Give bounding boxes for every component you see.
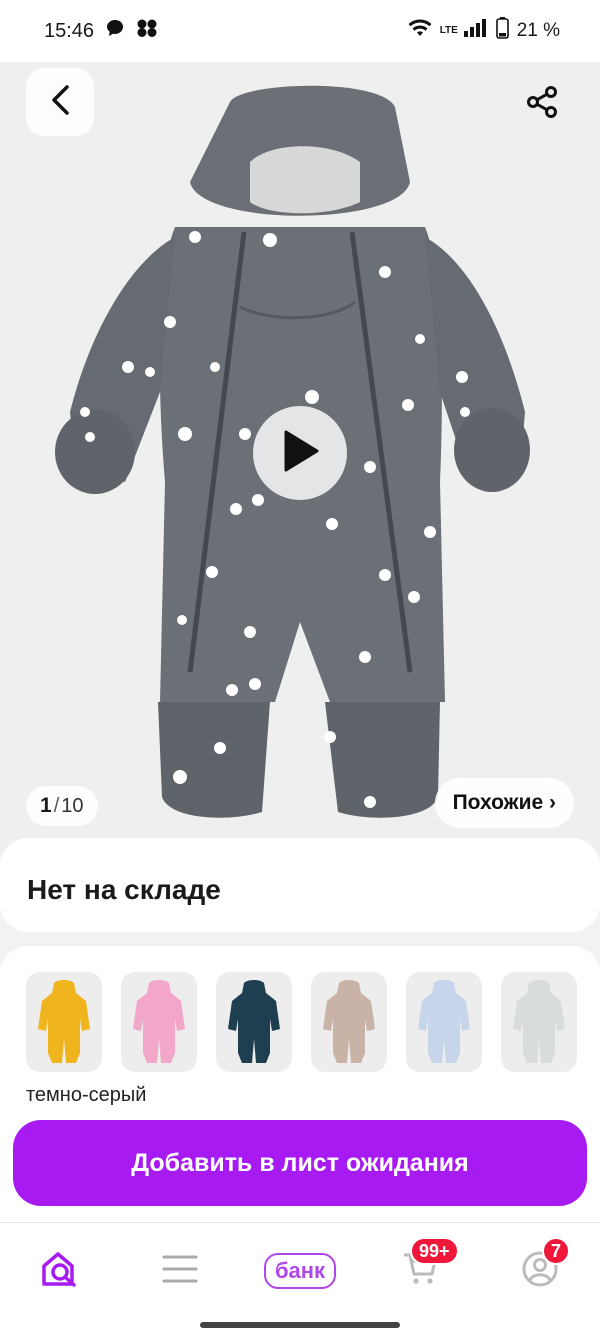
counter-separator: / [53, 794, 60, 817]
color-swatch-dark-teal[interactable] [216, 972, 292, 1072]
add-to-waitlist-button[interactable]: Добавить в лист ожидания [13, 1120, 587, 1206]
snowsuit-thumbnail [513, 980, 565, 1063]
nav-bank[interactable]: банк [252, 1243, 348, 1299]
battery-icon [495, 17, 509, 45]
home-search-icon [40, 1250, 80, 1293]
status-bar: 15:46 LTE 21 % [0, 0, 600, 62]
color-swatch-yellow[interactable] [26, 972, 102, 1072]
back-button[interactable] [26, 68, 94, 136]
status-left: 15:46 [44, 18, 158, 44]
chevron-left-icon [49, 84, 71, 121]
action-bar: Добавить в лист ожидания [0, 1106, 600, 1224]
bank-label: банк [263, 1253, 337, 1289]
snowsuit-thumbnail [418, 980, 470, 1063]
color-swatches [26, 972, 600, 1072]
battery-level: 21 % [516, 20, 560, 41]
color-swatch-pink[interactable] [121, 972, 197, 1072]
selected-color-name: темно-серый [26, 1084, 147, 1106]
play-icon [280, 429, 320, 478]
stock-status-title: Нет на складе [27, 874, 221, 905]
status-right: LTE 21 % [408, 17, 560, 45]
chat-icon [106, 19, 124, 43]
similar-button[interactable]: Похожие › [434, 778, 574, 828]
profile-badge: 7 [542, 1237, 571, 1265]
product-gallery[interactable]: 1 / 10 Похожие › [0, 62, 600, 854]
status-time: 15:46 [44, 19, 95, 42]
signal-icon [463, 19, 488, 43]
nav-cart[interactable]: 99+ [380, 1237, 460, 1299]
snowsuit-thumbnail [323, 980, 375, 1063]
color-swatch-beige[interactable] [311, 972, 387, 1072]
counter-total: 10 [61, 794, 84, 817]
menu-icon [162, 1254, 198, 1289]
image-counter: 1 / 10 [26, 786, 98, 826]
share-icon [526, 85, 558, 123]
nav-catalog[interactable] [140, 1243, 220, 1299]
wifi-icon [408, 19, 432, 43]
color-swatch-light-gray[interactable] [501, 972, 577, 1072]
share-button[interactable] [510, 72, 574, 136]
nav-profile[interactable]: 7 [500, 1237, 580, 1299]
cart-badge: 99+ [410, 1237, 459, 1265]
play-video-button[interactable] [253, 406, 347, 500]
snowsuit-thumbnail [38, 980, 90, 1063]
snowsuit-thumbnail [228, 980, 280, 1063]
color-swatch-light-blue[interactable] [406, 972, 482, 1072]
bottom-nav: банк 99+ 7 [0, 1222, 600, 1339]
app-notification-icon [136, 18, 158, 44]
home-indicator [200, 1322, 400, 1328]
nav-home[interactable] [20, 1243, 100, 1299]
lte-icon: LTE [439, 25, 458, 36]
snowsuit-thumbnail [133, 980, 185, 1063]
counter-current: 1 [40, 794, 52, 817]
stock-card: Нет на складе [0, 838, 600, 932]
